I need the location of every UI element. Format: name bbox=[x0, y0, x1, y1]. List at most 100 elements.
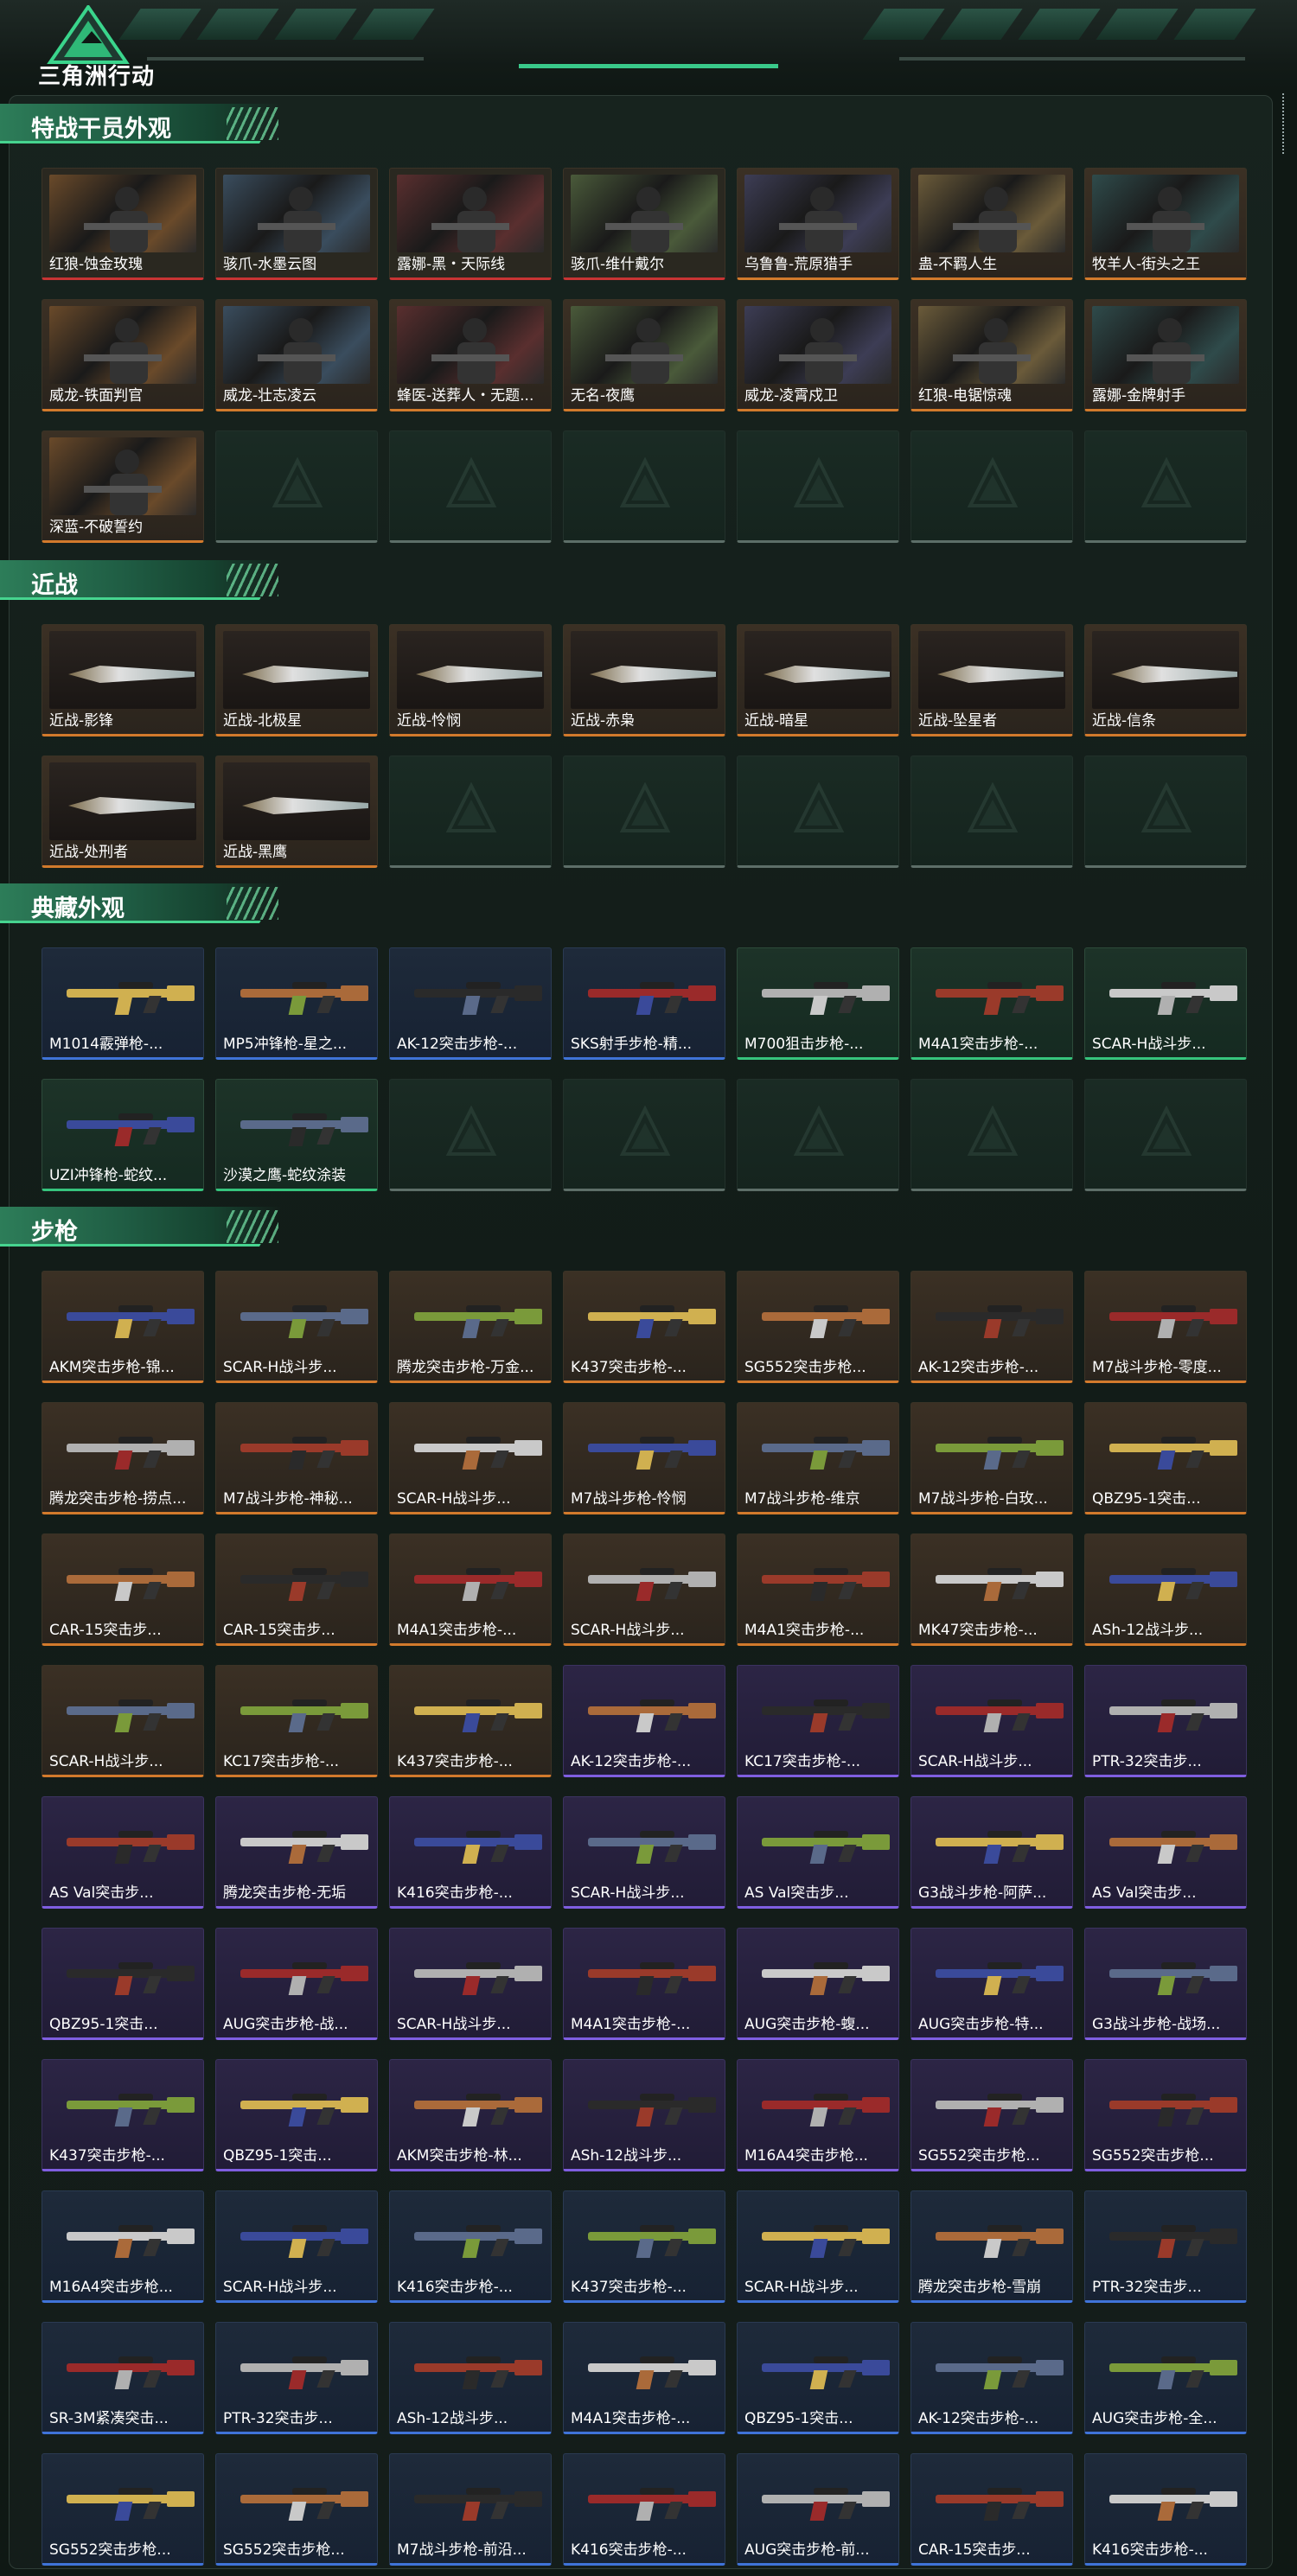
item-card[interactable]: PTR-32突击步... bbox=[1084, 1665, 1247, 1777]
item-card[interactable]: 近战-怜悯 bbox=[389, 624, 552, 736]
scrollbar[interactable] bbox=[1282, 93, 1286, 154]
item-card[interactable]: 深蓝-不破誓约 bbox=[42, 430, 204, 543]
item-card[interactable]: AK-12突击步枪-... bbox=[910, 2322, 1073, 2434]
item-card[interactable]: K416突击步枪-... bbox=[563, 2453, 725, 2566]
item-card[interactable]: K437突击步枪-... bbox=[42, 2059, 204, 2171]
item-card[interactable]: SG552突击步枪... bbox=[215, 2453, 378, 2566]
item-card[interactable]: MK47突击步枪-... bbox=[910, 1533, 1073, 1646]
item-card[interactable]: AS Val突击步... bbox=[737, 1796, 899, 1909]
item-card[interactable]: M7战斗步枪-白玫... bbox=[910, 1402, 1073, 1514]
item-card[interactable]: M16A4突击步枪... bbox=[737, 2059, 899, 2171]
item-card[interactable]: AK-12突击步枪-... bbox=[910, 1271, 1073, 1383]
item-card[interactable]: 腾龙突击步枪-无垢 bbox=[215, 1796, 378, 1909]
item-card[interactable]: K416突击步枪-... bbox=[1084, 2453, 1247, 2566]
item-card[interactable]: K416突击步枪-... bbox=[389, 1796, 552, 1909]
item-card[interactable]: 乌鲁鲁-荒原猎手 bbox=[737, 168, 899, 280]
item-card[interactable]: KC17突击步枪-... bbox=[737, 1665, 899, 1777]
item-card[interactable]: QBZ95-1突击... bbox=[215, 2059, 378, 2171]
item-card[interactable]: SG552突击步枪... bbox=[737, 1271, 899, 1383]
item-card[interactable]: AUG突击步枪-战... bbox=[215, 1928, 378, 2040]
item-card[interactable]: K437突击步枪-... bbox=[563, 2190, 725, 2303]
item-card[interactable]: 近战-处刑者 bbox=[42, 756, 204, 868]
item-card[interactable]: 近战-暗星 bbox=[737, 624, 899, 736]
item-card[interactable]: SCAR-H战斗步... bbox=[389, 1928, 552, 2040]
item-card[interactable]: 红狼-电锯惊魂 bbox=[910, 299, 1073, 411]
item-card[interactable]: SCAR-H战斗步... bbox=[910, 1665, 1073, 1777]
item-card[interactable]: 无名-夜鹰 bbox=[563, 299, 725, 411]
item-card[interactable]: M4A1突击步枪-... bbox=[737, 1533, 899, 1646]
item-card[interactable]: SCAR-H战斗步... bbox=[563, 1533, 725, 1646]
item-card[interactable]: SG552突击步枪... bbox=[1084, 2059, 1247, 2171]
item-card[interactable]: SCAR-H战斗步... bbox=[215, 1271, 378, 1383]
item-card[interactable]: AS Val突击步... bbox=[1084, 1796, 1247, 1909]
item-card[interactable]: 近战-影锋 bbox=[42, 624, 204, 736]
item-card[interactable]: SCAR-H战斗步... bbox=[215, 2190, 378, 2303]
item-card[interactable]: 蛊-不羁人生 bbox=[910, 168, 1073, 280]
item-card[interactable]: SG552突击步枪... bbox=[42, 2453, 204, 2566]
item-card[interactable]: 红狼-蚀金玫瑰 bbox=[42, 168, 204, 280]
item-card[interactable]: AUG突击步枪-全... bbox=[1084, 2322, 1247, 2434]
item-card[interactable]: SCAR-H战斗步... bbox=[1084, 947, 1247, 1060]
item-card[interactable]: KC17突击步枪-... bbox=[215, 1665, 378, 1777]
item-card[interactable]: 露娜-金牌射手 bbox=[1084, 299, 1247, 411]
item-card[interactable]: M700狙击步枪-... bbox=[737, 947, 899, 1060]
item-card[interactable]: G3战斗步枪-战场... bbox=[1084, 1928, 1247, 2040]
item-card[interactable]: 近战-黑鹰 bbox=[215, 756, 378, 868]
item-card[interactable]: AK-12突击步枪-... bbox=[563, 1665, 725, 1777]
item-card[interactable]: 蜂医-送葬人・无题... bbox=[389, 299, 552, 411]
item-card[interactable]: M4A1突击步枪-... bbox=[389, 1533, 552, 1646]
item-card[interactable]: M7战斗步枪-零度... bbox=[1084, 1271, 1247, 1383]
item-card[interactable]: K416突击步枪-... bbox=[389, 2190, 552, 2303]
item-card[interactable]: M16A4突击步枪... bbox=[42, 2190, 204, 2303]
item-card[interactable]: PTR-32突击步... bbox=[215, 2322, 378, 2434]
item-card[interactable]: AKM突击步枪-林... bbox=[389, 2059, 552, 2171]
item-card[interactable]: G3战斗步枪-阿萨... bbox=[910, 1796, 1073, 1909]
item-card[interactable]: ASh-12战斗步... bbox=[1084, 1533, 1247, 1646]
item-card[interactable]: SCAR-H战斗步... bbox=[737, 2190, 899, 2303]
item-card[interactable]: M4A1突击步枪-... bbox=[910, 947, 1073, 1060]
item-card[interactable]: QBZ95-1突击... bbox=[1084, 1402, 1247, 1514]
item-card[interactable]: 威龙-壮志凌云 bbox=[215, 299, 378, 411]
item-card[interactable]: 骇爪-维什戴尔 bbox=[563, 168, 725, 280]
item-card[interactable]: M7战斗步枪-神秘... bbox=[215, 1402, 378, 1514]
item-card[interactable]: 腾龙突击步枪-雪崩 bbox=[910, 2190, 1073, 2303]
item-card[interactable]: AK-12突击步枪-... bbox=[389, 947, 552, 1060]
item-card[interactable]: SCAR-H战斗步... bbox=[389, 1402, 552, 1514]
item-card[interactable]: M7战斗步枪-维京 bbox=[737, 1402, 899, 1514]
item-card[interactable]: SR-3M紧凑突击... bbox=[42, 2322, 204, 2434]
item-card[interactable]: CAR-15突击步... bbox=[215, 1533, 378, 1646]
item-card[interactable]: 近战-信条 bbox=[1084, 624, 1247, 736]
item-card[interactable]: MP5冲锋枪-星之... bbox=[215, 947, 378, 1060]
item-card[interactable]: 牧羊人-街头之王 bbox=[1084, 168, 1247, 280]
item-card[interactable]: 腾龙突击步枪-捞点... bbox=[42, 1402, 204, 1514]
item-card[interactable]: K437突击步枪-... bbox=[389, 1665, 552, 1777]
item-card[interactable]: QBZ95-1突击... bbox=[737, 2322, 899, 2434]
item-card[interactable]: 近战-赤枭 bbox=[563, 624, 725, 736]
item-card[interactable]: 露娜-黑・天际线 bbox=[389, 168, 552, 280]
item-card[interactable]: CAR-15突击步... bbox=[910, 2453, 1073, 2566]
item-card[interactable]: 威龙-铁面判官 bbox=[42, 299, 204, 411]
item-card[interactable]: SCAR-H战斗步... bbox=[42, 1665, 204, 1777]
item-card[interactable]: 威龙-凌霄戍卫 bbox=[737, 299, 899, 411]
item-card[interactable]: ASh-12战斗步... bbox=[389, 2322, 552, 2434]
item-card[interactable]: M7战斗步枪-怜悯 bbox=[563, 1402, 725, 1514]
item-card[interactable]: 近战-坠星者 bbox=[910, 624, 1073, 736]
item-card[interactable]: CAR-15突击步... bbox=[42, 1533, 204, 1646]
item-card[interactable]: M4A1突击步枪-... bbox=[563, 1928, 725, 2040]
item-card[interactable]: AS Val突击步... bbox=[42, 1796, 204, 1909]
item-card[interactable]: 近战-北极星 bbox=[215, 624, 378, 736]
item-card[interactable]: M1014霰弹枪-... bbox=[42, 947, 204, 1060]
item-card[interactable]: K437突击步枪-... bbox=[563, 1271, 725, 1383]
item-card[interactable]: PTR-32突击步... bbox=[1084, 2190, 1247, 2303]
item-card[interactable]: 沙漠之鹰-蛇纹涂装 bbox=[215, 1079, 378, 1191]
item-card[interactable]: SKS射手步枪-精... bbox=[563, 947, 725, 1060]
item-card[interactable]: M7战斗步枪-前沿... bbox=[389, 2453, 552, 2566]
item-card[interactable]: SG552突击步枪... bbox=[910, 2059, 1073, 2171]
item-card[interactable]: M4A1突击步枪-... bbox=[563, 2322, 725, 2434]
item-card[interactable]: QBZ95-1突击... bbox=[42, 1928, 204, 2040]
item-card[interactable]: AKM突击步枪-锦... bbox=[42, 1271, 204, 1383]
item-card[interactable]: AUG突击步枪-前... bbox=[737, 2453, 899, 2566]
item-card[interactable]: SCAR-H战斗步... bbox=[563, 1796, 725, 1909]
item-card[interactable]: 骇爪-水墨云图 bbox=[215, 168, 378, 280]
item-card[interactable]: 腾龙突击步枪-万金... bbox=[389, 1271, 552, 1383]
